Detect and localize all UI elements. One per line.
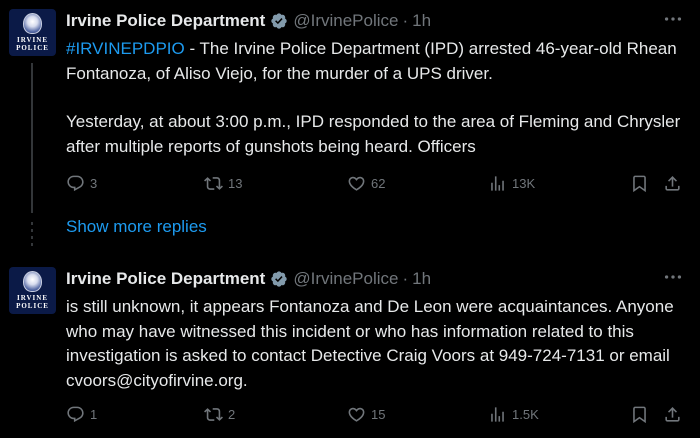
heart-icon bbox=[348, 176, 365, 191]
tweet-text-paragraph: is still unknown, it appears Fontanoza a… bbox=[66, 297, 674, 390]
author-name[interactable]: Irvine Police Department bbox=[66, 11, 265, 31]
tweet-header: Irvine Police Department @IrvinePolice ·… bbox=[66, 267, 431, 291]
timestamp[interactable]: 1h bbox=[412, 269, 431, 289]
avatar-text: POLICE bbox=[16, 44, 49, 52]
tweet-text-paragraph: Yesterday, at about 3:00 p.m., IPD respo… bbox=[66, 112, 681, 156]
share-button[interactable] bbox=[663, 403, 682, 425]
author-handle[interactable]: @IrvinePolice bbox=[293, 11, 398, 31]
tweet-text: is still unknown, it appears Fontanoza a… bbox=[66, 295, 686, 393]
avatar[interactable]: IRVINE POLICE bbox=[9, 9, 56, 56]
bookmark-icon bbox=[633, 175, 646, 192]
hashtag-link[interactable]: #IRVINEPDPIO bbox=[66, 39, 185, 58]
reply-icon bbox=[67, 175, 84, 191]
avatar-text: IRVINE bbox=[16, 294, 49, 302]
separator: · bbox=[402, 11, 409, 30]
verified-badge-icon bbox=[271, 271, 288, 287]
bookmark-icon bbox=[633, 406, 646, 423]
timeline: IRVINE POLICE Irvine Police Department @… bbox=[0, 0, 700, 438]
tweet[interactable]: IRVINE POLICE Irvine Police Department @… bbox=[0, 0, 700, 213]
heart-icon bbox=[348, 407, 365, 422]
tweet[interactable]: IRVINE POLICE Irvine Police Department @… bbox=[0, 258, 700, 438]
views-button[interactable]: 13K bbox=[488, 172, 535, 194]
thread-line bbox=[31, 63, 33, 213]
share-icon bbox=[665, 406, 680, 422]
verified-badge-icon bbox=[271, 13, 288, 29]
avatar[interactable]: IRVINE POLICE bbox=[9, 267, 56, 314]
author-handle[interactable]: @IrvinePolice bbox=[293, 269, 398, 289]
repost-button[interactable]: 2 bbox=[204, 403, 235, 425]
views-count: 13K bbox=[512, 175, 536, 191]
reply-button[interactable]: 1 bbox=[66, 403, 97, 425]
reply-button[interactable]: 3 bbox=[66, 172, 97, 194]
thread-dots bbox=[31, 222, 33, 248]
repost-icon bbox=[204, 407, 223, 421]
tweet-text: #IRVINEPDPIO - The Irvine Police Departm… bbox=[66, 37, 686, 159]
repost-button[interactable]: 13 bbox=[204, 172, 242, 194]
repost-count: 2 bbox=[228, 406, 236, 422]
share-icon bbox=[665, 175, 680, 191]
views-chart-icon bbox=[491, 406, 504, 422]
police-badge-icon bbox=[23, 13, 42, 34]
reply-icon bbox=[67, 406, 84, 422]
tweet-header: Irvine Police Department @IrvinePolice ·… bbox=[66, 9, 431, 33]
show-more-replies-link[interactable]: Show more replies bbox=[66, 217, 207, 237]
more-options-icon[interactable] bbox=[662, 8, 684, 30]
share-button[interactable] bbox=[663, 172, 682, 194]
like-button[interactable]: 15 bbox=[347, 403, 385, 425]
author-name[interactable]: Irvine Police Department bbox=[66, 269, 265, 289]
tweet-actions: 1 2 15 1.5K bbox=[66, 403, 686, 425]
like-count: 15 bbox=[371, 406, 386, 422]
avatar-text: IRVINE bbox=[16, 36, 49, 44]
tweet-actions: 3 13 62 13K bbox=[66, 172, 686, 194]
repost-icon bbox=[204, 176, 223, 190]
repost-count: 13 bbox=[228, 175, 243, 191]
timestamp[interactable]: 1h bbox=[412, 11, 431, 31]
separator: · bbox=[402, 269, 409, 288]
bookmark-button[interactable] bbox=[630, 403, 649, 425]
views-count: 1.5K bbox=[512, 406, 539, 422]
bookmark-button[interactable] bbox=[630, 172, 649, 194]
more-options-icon[interactable] bbox=[662, 266, 684, 288]
avatar-text: POLICE bbox=[16, 302, 49, 310]
views-button[interactable]: 1.5K bbox=[488, 403, 539, 425]
reply-count: 1 bbox=[90, 406, 98, 422]
police-badge-icon bbox=[23, 271, 42, 292]
reply-count: 3 bbox=[90, 175, 98, 191]
views-chart-icon bbox=[491, 175, 504, 191]
like-button[interactable]: 62 bbox=[347, 172, 385, 194]
like-count: 62 bbox=[371, 175, 386, 191]
